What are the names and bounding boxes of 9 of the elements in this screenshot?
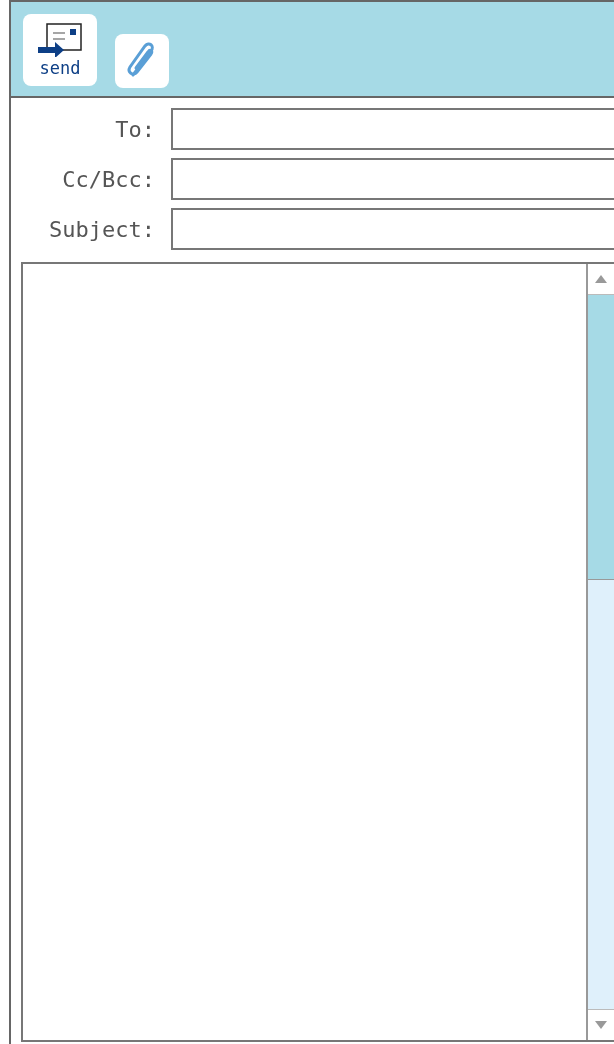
field-label: To:	[114, 116, 155, 142]
envelope-arrow-icon	[37, 23, 83, 57]
send-button[interactable]: send	[23, 14, 97, 86]
input-field[interactable]	[171, 108, 614, 150]
field-label: Subject:	[48, 216, 155, 242]
attach-button[interactable]	[115, 34, 169, 88]
input-field[interactable]	[171, 158, 614, 200]
field-label: Cc/Bcc:	[61, 166, 155, 192]
input-field[interactable]	[171, 208, 614, 250]
